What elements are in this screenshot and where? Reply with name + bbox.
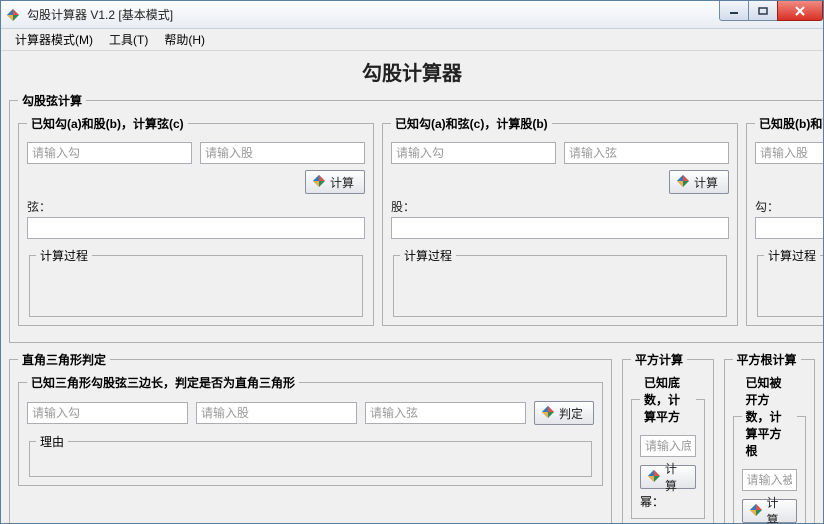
result-box-3 — [755, 217, 823, 239]
process-legend-3: 计算过程 — [764, 247, 820, 264]
titlebar: 勾股计算器 V1.2 [基本模式] — [1, 1, 823, 29]
diamond-icon — [749, 503, 763, 520]
panel-ab-c-legend: 已知勾(a)和股(b)，计算弦(c) — [27, 115, 188, 132]
process-legend-1: 计算过程 — [36, 247, 92, 264]
square-input[interactable] — [640, 435, 696, 457]
input-b-1[interactable] — [200, 142, 365, 164]
sqrt-inner-legend: 已知被开方数，计算平方根 — [742, 374, 798, 459]
panel-ac-b-legend: 已知勾(a)和弦(c)，计算股(b) — [391, 115, 552, 132]
diamond-icon — [676, 174, 690, 191]
input-a-2[interactable] — [391, 142, 556, 164]
sqrt-input[interactable] — [742, 469, 798, 491]
process-legend-2: 计算过程 — [400, 247, 456, 264]
window-title: 勾股计算器 V1.2 [基本模式] — [27, 6, 173, 23]
menu-mode[interactable]: 计算器模式(M) — [7, 29, 101, 50]
panel-bc-a-legend: 已知股(b)和弦(c)，计算勾(a) — [755, 115, 823, 132]
process-box-1: 计算过程 — [29, 247, 363, 317]
app-title: 勾股计算器 — [9, 57, 815, 86]
result-label-1: 弦： — [27, 198, 365, 215]
triangle-group-legend: 直角三角形判定 — [18, 351, 110, 368]
input-a-1[interactable] — [27, 142, 192, 164]
calc-button-1[interactable]: 计算 — [305, 170, 365, 194]
menu-help[interactable]: 帮助(H) — [156, 29, 213, 50]
square-calc-button[interactable]: 计算 — [640, 465, 696, 489]
square-result-label: 幂： — [640, 493, 696, 510]
sqrt-calc-label: 计算 — [767, 494, 787, 523]
tri-input-c[interactable] — [365, 402, 526, 424]
diamond-icon — [541, 405, 555, 422]
result-box-1 — [27, 217, 365, 239]
menu-tools[interactable]: 工具(T) — [101, 29, 156, 50]
calc-button-2[interactable]: 计算 — [669, 170, 729, 194]
hypotenuse-group: 勾股弦计算 已知勾(a)和股(b)，计算弦(c) 计算 弦： — [9, 92, 823, 343]
process-box-3: 计算过程 — [757, 247, 823, 317]
square-group-legend: 平方计算 — [631, 351, 687, 368]
reason-legend: 理由 — [36, 433, 68, 450]
square-inner-legend: 已知底数，计算平方 — [640, 374, 696, 425]
menubar: 计算器模式(M) 工具(T) 帮助(H) — [1, 29, 823, 51]
input-c-2[interactable] — [564, 142, 729, 164]
sqrt-inner: 已知被开方数，计算平方根 计算 平方根： — [733, 374, 807, 523]
square-calc-label: 计算 — [665, 460, 685, 494]
client-area: 勾股计算器 勾股弦计算 已知勾(a)和股(b)，计算弦(c) 计算 — [1, 51, 823, 523]
hypotenuse-group-legend: 勾股弦计算 — [18, 92, 86, 109]
app-window: 勾股计算器 V1.2 [基本模式] 计算器模式(M) 工具(T) 帮助(H) 勾… — [0, 0, 824, 524]
calc-button-1-label: 计算 — [330, 174, 354, 191]
calc-button-2-label: 计算 — [694, 174, 718, 191]
window-controls — [720, 1, 823, 21]
close-button[interactable] — [777, 1, 823, 21]
input-b-3[interactable] — [755, 142, 823, 164]
judge-button[interactable]: 判定 — [534, 401, 594, 425]
judge-button-label: 判定 — [559, 405, 583, 422]
triangle-inner: 已知三角形勾股弦三边长，判定是否为直角三角形 判定 理由 — [18, 374, 603, 486]
panel-ab-c: 已知勾(a)和股(b)，计算弦(c) 计算 弦： 计算过程 — [18, 115, 374, 326]
reason-box: 理由 — [29, 433, 592, 477]
result-box-2 — [391, 217, 729, 239]
diamond-icon — [647, 469, 661, 486]
triangle-inner-legend: 已知三角形勾股弦三边长，判定是否为直角三角形 — [27, 374, 299, 391]
sqrt-group-legend: 平方根计算 — [733, 351, 801, 368]
sqrt-calc-button[interactable]: 计算 — [742, 499, 798, 523]
panel-bc-a: 已知股(b)和弦(c)，计算勾(a) 计算 勾： 计算过程 — [746, 115, 823, 326]
tri-input-b[interactable] — [196, 402, 357, 424]
square-inner: 已知底数，计算平方 计算 幂： — [631, 374, 705, 519]
result-label-3: 勾： — [755, 198, 823, 215]
tri-input-a[interactable] — [27, 402, 188, 424]
triangle-group: 直角三角形判定 已知三角形勾股弦三边长，判定是否为直角三角形 判定 理由 — [9, 351, 612, 523]
sqrt-group: 平方根计算 已知被开方数，计算平方根 计算 平方根： — [724, 351, 816, 523]
app-icon — [5, 7, 21, 23]
process-box-2: 计算过程 — [393, 247, 727, 317]
panel-ac-b: 已知勾(a)和弦(c)，计算股(b) 计算 股： 计算过程 — [382, 115, 738, 326]
diamond-icon — [312, 174, 326, 191]
minimize-button[interactable] — [719, 1, 749, 21]
result-label-2: 股： — [391, 198, 729, 215]
square-group: 平方计算 已知底数，计算平方 计算 幂： — [622, 351, 714, 523]
maximize-button[interactable] — [748, 1, 778, 21]
